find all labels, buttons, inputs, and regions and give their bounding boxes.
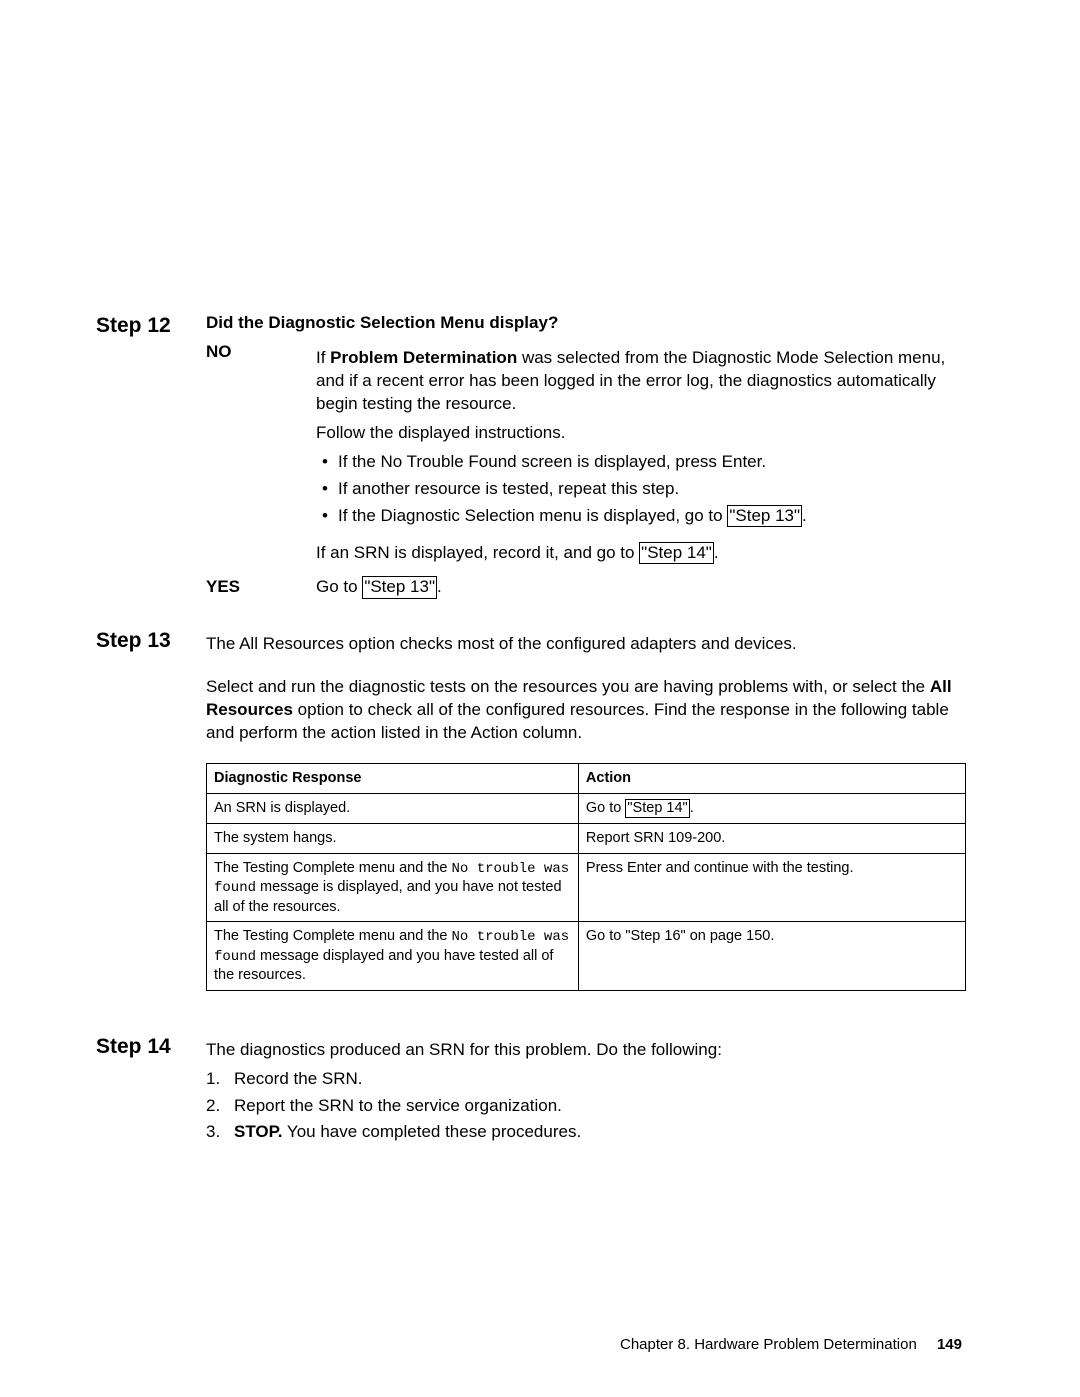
table-row: The system hangs. Report SRN 109-200. — [207, 824, 966, 854]
cell: Go to "Step 14". — [578, 793, 965, 823]
table-row: An SRN is displayed. Go to "Step 14". — [207, 793, 966, 823]
step-12-no-p3: If an SRN is displayed, record it, and g… — [316, 542, 966, 565]
list-item: Record the SRN. — [206, 1068, 966, 1091]
text: If an SRN is displayed, record it, and g… — [316, 543, 639, 562]
step-14-heading: Step 14 — [96, 1033, 206, 1061]
cell: An SRN is displayed. — [207, 793, 579, 823]
link-step-14[interactable]: "Step 14" — [639, 542, 714, 564]
text: option to check all of the configured re… — [206, 700, 949, 742]
text: Go to — [586, 800, 626, 816]
step-14: Step 14 The diagnostics produced an SRN … — [96, 1033, 966, 1149]
text: . — [437, 577, 442, 596]
bullet-item: If the Diagnostic Selection menu is disp… — [322, 505, 966, 528]
text: The Testing Complete menu and the — [214, 860, 452, 876]
step-14-list: Record the SRN. Report the SRN to the se… — [206, 1068, 966, 1145]
step-13-p2: Select and run the diagnostic tests on t… — [206, 676, 966, 745]
col-action: Action — [578, 764, 965, 794]
list-item: Report the SRN to the service organizati… — [206, 1095, 966, 1118]
table-row: The Testing Complete menu and the No tro… — [207, 922, 966, 990]
table-header-row: Diagnostic Response Action — [207, 764, 966, 794]
footer-page-number: 149 — [937, 1336, 962, 1353]
yes-label: YES — [206, 576, 316, 599]
text: message is displayed, and you have not t… — [214, 879, 562, 914]
cell: Report SRN 109-200. — [578, 824, 965, 854]
link-step-13[interactable]: "Step 13" — [727, 505, 802, 527]
page-content: Step 12 Did the Diagnostic Selection Men… — [96, 312, 966, 1148]
list-item: STOP. You have completed these procedure… — [206, 1121, 966, 1144]
text: If the Diagnostic Selection menu is disp… — [338, 506, 727, 525]
text: If — [316, 348, 330, 367]
cell: Press Enter and continue with the testin… — [578, 854, 965, 922]
step-12-no-row: NO If Problem Determination was selected… — [206, 341, 966, 571]
cell: The Testing Complete menu and the No tro… — [207, 854, 579, 922]
step-13-heading: Step 13 — [96, 627, 206, 655]
col-diagnostic-response: Diagnostic Response — [207, 764, 579, 794]
cell: The system hangs. — [207, 824, 579, 854]
diagnostic-response-table: Diagnostic Response Action An SRN is dis… — [206, 763, 966, 991]
step-12-no-p1: If Problem Determination was selected fr… — [316, 347, 966, 416]
cell: Go to "Step 16" on page 150. — [578, 922, 965, 990]
bullet-item: If another resource is tested, repeat th… — [322, 478, 966, 501]
step-12: Step 12 Did the Diagnostic Selection Men… — [96, 312, 966, 599]
step-12-question: Did the Diagnostic Selection Menu displa… — [206, 312, 966, 335]
link-step-14[interactable]: "Step 14" — [625, 799, 689, 818]
text-bold: Problem Determination — [330, 348, 517, 367]
text: Select and run the diagnostic tests on t… — [206, 677, 930, 696]
step-12-bullets: If the No Trouble Found screen is displa… — [322, 451, 966, 528]
step-12-heading: Step 12 — [96, 312, 206, 340]
link-step-13[interactable]: "Step 13" — [362, 576, 437, 598]
text: You have completed these procedures. — [283, 1122, 582, 1141]
text: Go to — [316, 577, 362, 596]
footer-chapter: Chapter 8. Hardware Problem Determinatio… — [620, 1336, 917, 1353]
text: . — [690, 800, 694, 816]
table-row: The Testing Complete menu and the No tro… — [207, 854, 966, 922]
cell: The Testing Complete menu and the No tro… — [207, 922, 579, 990]
text: . — [714, 543, 719, 562]
bullet-item: If the No Trouble Found screen is displa… — [322, 451, 966, 474]
step-12-no-p2: Follow the displayed instructions. — [316, 422, 966, 445]
no-label: NO — [206, 341, 316, 364]
step-13-p1: The All Resources option checks most of … — [206, 633, 966, 656]
text: . — [802, 506, 807, 525]
step-12-yes-row: YES Go to "Step 13". — [206, 576, 966, 599]
step-13: Step 13 The All Resources option checks … — [96, 627, 966, 990]
text-bold: STOP. — [234, 1122, 283, 1141]
text: message displayed and you have tested al… — [214, 948, 553, 983]
step-14-p1: The diagnostics produced an SRN for this… — [206, 1039, 966, 1062]
page-footer: Chapter 8. Hardware Problem Determinatio… — [0, 1335, 1080, 1355]
text: The Testing Complete menu and the — [214, 928, 452, 944]
